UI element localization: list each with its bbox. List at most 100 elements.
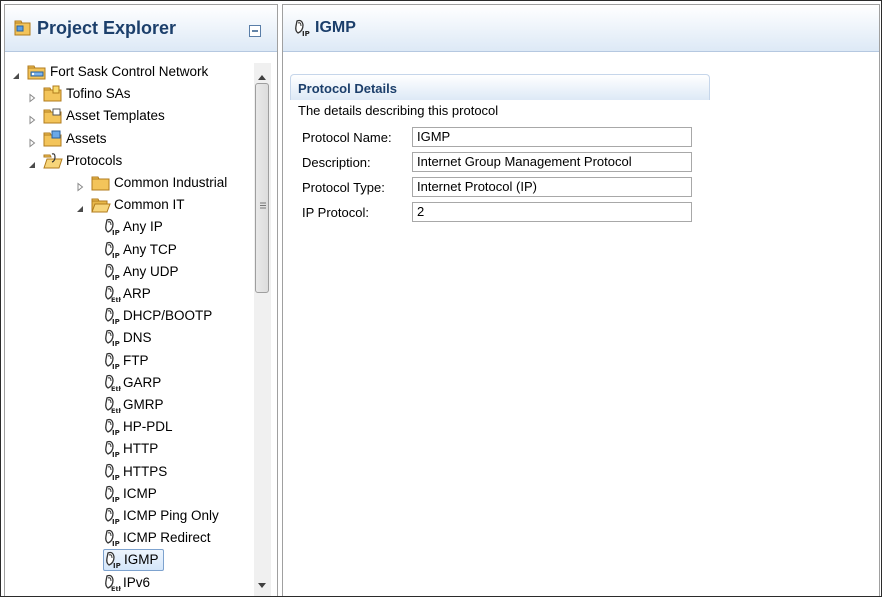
svg-text:IP: IP (112, 451, 120, 458)
tree-item-label: GARP (123, 375, 162, 390)
ip-protocol-label: IP Protocol: (302, 205, 369, 220)
eth-protocol-icon: Eth (103, 285, 124, 304)
ip-protocol-icon: IP (103, 241, 121, 260)
protocol-type-field[interactable]: Internet Protocol (IP) (412, 177, 692, 197)
protocol-name-label: Protocol Name: (302, 130, 392, 145)
templates-folder-icon (43, 107, 63, 125)
svg-text:IP: IP (112, 363, 120, 370)
tree-item-dns[interactable]: IP DNS (103, 327, 152, 349)
protocol-editor-panel: IP IGMP Protocol Details The details des… (282, 4, 880, 596)
ip-protocol-icon: IP (103, 529, 121, 548)
tree-item-label: HTTPS (123, 464, 168, 479)
tree-item-label: Assets (66, 131, 107, 146)
folder-open-icon (91, 196, 111, 214)
svg-text:Eth: Eth (111, 585, 121, 592)
tree-item-label: DNS (123, 330, 152, 345)
tree-item-label: Protocols (66, 153, 123, 168)
tree-item-ipv6[interactable]: Eth IPv6 (103, 572, 150, 594)
tree-item-label: HP-PDL (123, 419, 173, 434)
tree-item-icmp-ping-only[interactable]: IP ICMP Ping Only (103, 505, 219, 527)
collapse-arrow-icon[interactable] (27, 155, 39, 168)
svg-text:Eth: Eth (111, 296, 121, 303)
description-field[interactable]: Internet Group Management Protocol (412, 152, 692, 172)
editor-title: IGMP (315, 19, 356, 36)
tree-item-common-industrial[interactable]: Common Industrial (75, 172, 227, 194)
expand-arrow-icon[interactable] (75, 177, 87, 192)
section-description: The details describing this protocol (298, 103, 499, 118)
ip-protocol-icon: IP (103, 352, 121, 371)
project-explorer-title: Project Explorer (37, 18, 177, 38)
tree-item-label: ARP (123, 286, 151, 301)
tree-item-icmp[interactable]: IP ICMP (103, 483, 157, 505)
protocol-details-section-header[interactable]: Protocol Details (290, 74, 710, 100)
tree-item-any-tcp[interactable]: IP Any TCP (103, 239, 177, 261)
minimize-icon[interactable] (249, 25, 261, 37)
description-label: Description: (302, 155, 371, 170)
svg-text:IP: IP (112, 318, 120, 325)
svg-text:Eth: Eth (111, 407, 121, 414)
svg-text:Eth: Eth (111, 385, 121, 392)
tree-item-http[interactable]: IP HTTP (103, 438, 158, 460)
protocol-type-label: Protocol Type: (302, 180, 385, 195)
collapse-arrow-icon[interactable] (11, 66, 23, 79)
ip-protocol-icon: IP (103, 218, 121, 237)
ip-protocol-icon: IP (103, 485, 121, 504)
assets-folder-icon (43, 130, 63, 148)
protocol-name-field[interactable]: IGMP (412, 127, 692, 147)
ip-protocol-icon: IP (293, 19, 311, 38)
tree-item-protocols[interactable]: Protocols (27, 150, 122, 172)
tree-item-asset-templates[interactable]: Asset Templates (27, 105, 165, 127)
svg-text:IP: IP (112, 474, 120, 481)
tree-item-garp[interactable]: Eth GARP (103, 372, 161, 394)
tree-item-igmp[interactable]: IP IGMP (103, 549, 164, 571)
tree-item-label: Any TCP (123, 242, 177, 257)
tree-item-label: HTTP (123, 441, 159, 456)
tree-item-common-it[interactable]: Common IT (75, 194, 185, 216)
tree-item-arp[interactable]: Eth ARP (103, 283, 151, 305)
tree-item-hp-pdl[interactable]: IP HP-PDL (103, 416, 173, 438)
expand-arrow-icon[interactable] (27, 88, 39, 103)
tree-item-assets[interactable]: Assets (27, 128, 107, 150)
tree-item-label: GMRP (123, 397, 164, 412)
tree-item-https[interactable]: IP HTTPS (103, 461, 167, 483)
scroll-up-arrow-icon[interactable] (258, 69, 266, 83)
tree-item-dhcp-bootp[interactable]: IP DHCP/BOOTP (103, 305, 212, 327)
tree-item-label: FTP (123, 353, 149, 368)
project-tree: Fort Sask Control Network Tofino SAs Asset… (5, 57, 277, 596)
tree-item-icmp-redirect[interactable]: IP ICMP Redirect (103, 527, 211, 549)
project-explorer-icon (14, 19, 32, 37)
ip-protocol-icon: IP (103, 263, 121, 282)
tree-item-any-ip[interactable]: IP Any IP (103, 216, 163, 238)
tree-item-label: IGMP (124, 552, 159, 567)
tree-item-tofino-sas[interactable]: Tofino SAs (27, 83, 131, 105)
expand-arrow-icon[interactable] (27, 110, 39, 125)
tree-item-fort-sask-control-network[interactable]: Fort Sask Control Network (11, 61, 208, 83)
network-folder-icon (27, 63, 47, 81)
scroll-down-arrow-icon[interactable] (258, 577, 266, 591)
svg-text:IP: IP (112, 340, 120, 347)
svg-text:IP: IP (112, 252, 120, 259)
folder-icon (91, 174, 111, 192)
tree-scrollbar[interactable] (254, 63, 271, 596)
tree-item-label: Any UDP (123, 264, 179, 279)
tree-item-any-udp[interactable]: IP Any UDP (103, 261, 179, 283)
eth-protocol-icon: Eth (103, 574, 124, 593)
ip-protocol-icon: IP (103, 507, 121, 526)
svg-text:IP: IP (112, 496, 120, 503)
collapse-arrow-icon[interactable] (75, 199, 87, 212)
editor-header: IP IGMP (283, 5, 879, 52)
scrollbar-thumb[interactable] (255, 83, 269, 293)
project-explorer-panel: Project Explorer Fort Sask Control Netwo… (4, 4, 278, 596)
eth-protocol-icon: Eth (103, 396, 124, 415)
tree-item-label: DHCP/BOOTP (123, 308, 213, 323)
tree-item-gmrp[interactable]: Eth GMRP (103, 394, 164, 416)
expand-arrow-icon[interactable] (27, 133, 39, 148)
tree-item-ftp[interactable]: IP FTP (103, 350, 149, 372)
protocols-folder-icon (43, 152, 63, 170)
tree-item-label: IPv6 (123, 575, 151, 590)
tree-item-label: Common IT (114, 197, 185, 212)
ip-protocol-field[interactable]: 2 (412, 202, 692, 222)
project-explorer-header: Project Explorer (5, 5, 277, 52)
scroll-grip-icon (260, 202, 266, 209)
eth-protocol-icon: Eth (103, 374, 124, 393)
